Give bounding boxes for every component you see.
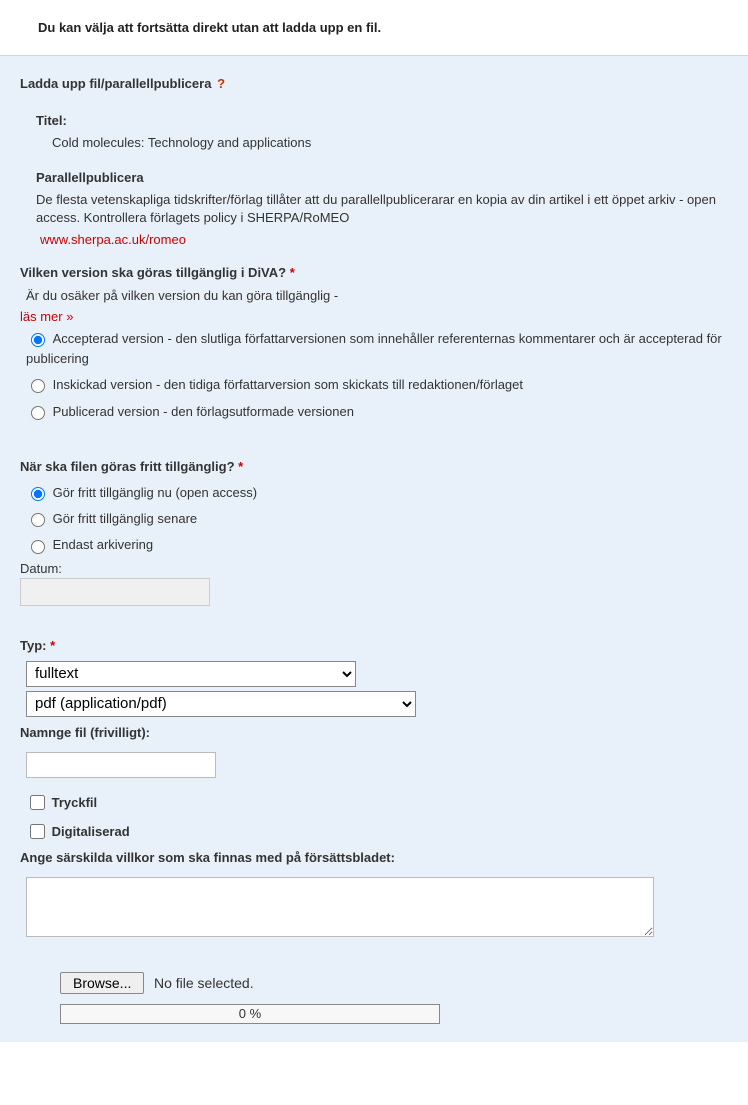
top-notice: Du kan välja att fortsätta direkt utan a… bbox=[0, 0, 748, 55]
conditions-label: Ange särskilda villkor som ska finnas me… bbox=[20, 850, 728, 865]
availability-option-archive[interactable]: Endast arkivering bbox=[26, 534, 728, 554]
filename-input[interactable] bbox=[26, 752, 216, 778]
browse-button[interactable]: Browse... bbox=[60, 972, 144, 994]
title-block: Titel: Cold molecules: Technology and ap… bbox=[36, 113, 728, 152]
radio-submitted-label[interactable]: Inskickad version - den tidiga författar… bbox=[53, 377, 523, 392]
checkbox-print-label[interactable]: Tryckfil bbox=[52, 795, 98, 810]
radio-submitted[interactable] bbox=[31, 379, 45, 393]
title-label: Titel: bbox=[36, 113, 728, 128]
radio-accepted[interactable] bbox=[31, 333, 45, 347]
help-icon[interactable]: ? bbox=[217, 76, 225, 91]
type-label-text: Typ: bbox=[20, 638, 46, 653]
version-option-published[interactable]: Publicerad version - den förlagsutformad… bbox=[26, 401, 728, 421]
upload-heading: Ladda upp fil/parallellpublicera ? bbox=[20, 76, 728, 91]
version-hint: Är du osäker på vilken version du kan gö… bbox=[26, 288, 728, 303]
parallel-label: Parallellpublicera bbox=[36, 170, 728, 185]
availability-option-later[interactable]: Gör fritt tillgänglig senare bbox=[26, 508, 728, 528]
availability-option-now[interactable]: Gör fritt tillgänglig nu (open access) bbox=[26, 482, 728, 502]
read-more-link[interactable]: läs mer » bbox=[20, 309, 73, 324]
checkbox-print[interactable] bbox=[30, 795, 45, 810]
required-marker: * bbox=[238, 459, 243, 474]
availability-label: När ska filen göras fritt tillgänglig? * bbox=[20, 459, 728, 474]
version-block: Vilken version ska göras tillgänglig i D… bbox=[20, 265, 728, 421]
title-value: Cold molecules: Technology and applicati… bbox=[52, 134, 728, 152]
radio-later-label[interactable]: Gör fritt tillgänglig senare bbox=[53, 511, 198, 526]
file-picker-row: Browse... No file selected. bbox=[60, 972, 728, 994]
radio-now-label[interactable]: Gör fritt tillgänglig nu (open access) bbox=[53, 485, 257, 500]
parallel-block: Parallellpublicera De flesta vetenskapli… bbox=[36, 170, 728, 246]
availability-label-text: När ska filen göras fritt tillgänglig? bbox=[20, 459, 235, 474]
required-marker: * bbox=[290, 265, 295, 280]
file-status: No file selected. bbox=[154, 975, 254, 991]
radio-accepted-label[interactable]: Accepterad version - den slutliga förfat… bbox=[26, 330, 722, 365]
radio-archive-label[interactable]: Endast arkivering bbox=[53, 537, 153, 552]
version-option-submitted[interactable]: Inskickad version - den tidiga författar… bbox=[26, 374, 728, 394]
radio-now[interactable] bbox=[31, 487, 45, 501]
radio-published[interactable] bbox=[31, 406, 45, 420]
date-label: Datum: bbox=[20, 561, 728, 576]
version-label: Vilken version ska göras tillgänglig i D… bbox=[20, 265, 728, 280]
parallel-text: De flesta vetenskapliga tidskrifter/förl… bbox=[36, 191, 728, 227]
type-label: Typ: * bbox=[20, 638, 728, 653]
version-option-accepted[interactable]: Accepterad version - den slutliga förfat… bbox=[26, 328, 728, 369]
type-block: Typ: * fulltext pdf (application/pdf) Na… bbox=[20, 638, 728, 944]
format-select[interactable]: pdf (application/pdf) bbox=[26, 691, 416, 717]
checkbox-row-digitized[interactable]: Digitaliserad bbox=[26, 821, 728, 842]
availability-block: När ska filen göras fritt tillgänglig? *… bbox=[20, 459, 728, 606]
sherpa-link[interactable]: www.sherpa.ac.uk/romeo bbox=[40, 232, 186, 247]
type-select[interactable]: fulltext bbox=[26, 661, 356, 687]
checkbox-row-print[interactable]: Tryckfil bbox=[26, 792, 728, 813]
radio-later[interactable] bbox=[31, 513, 45, 527]
progress-row: 0 % bbox=[60, 1004, 728, 1024]
checkbox-digitized-label[interactable]: Digitaliserad bbox=[52, 824, 130, 839]
upload-progress-bar: 0 % bbox=[60, 1004, 440, 1024]
upload-heading-text: Ladda upp fil/parallellpublicera bbox=[20, 76, 211, 91]
checkbox-digitized[interactable] bbox=[30, 824, 45, 839]
upload-panel: Ladda upp fil/parallellpublicera ? Titel… bbox=[0, 55, 748, 1042]
required-marker: * bbox=[50, 638, 55, 653]
radio-published-label[interactable]: Publicerad version - den förlagsutformad… bbox=[53, 403, 354, 418]
radio-archive[interactable] bbox=[31, 540, 45, 554]
date-input[interactable] bbox=[20, 578, 210, 606]
version-label-text: Vilken version ska göras tillgänglig i D… bbox=[20, 265, 286, 280]
conditions-textarea[interactable] bbox=[26, 877, 654, 937]
top-notice-text: Du kan välja att fortsätta direkt utan a… bbox=[38, 20, 381, 35]
filename-label: Namnge fil (frivilligt): bbox=[20, 725, 728, 740]
